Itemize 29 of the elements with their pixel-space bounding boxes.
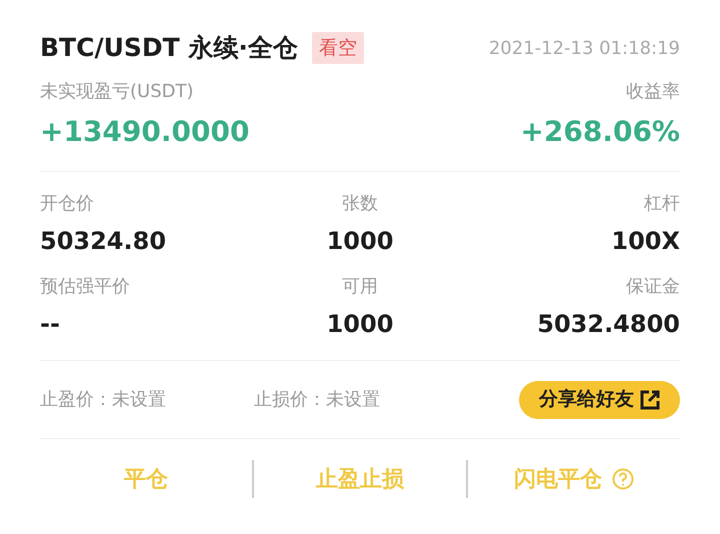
pnl-value: +13490.0000: [40, 114, 250, 150]
stat-label: 预估强平价: [40, 275, 130, 299]
stat-value: 1000: [326, 226, 394, 257]
order-label: 止损价：: [254, 388, 326, 412]
action-button[interactable]: 止盈止损: [316, 462, 404, 496]
stat-label: 开仓价: [40, 192, 94, 216]
short-badge: 看空: [312, 32, 364, 64]
stat-label: 张数: [342, 192, 378, 216]
stat-value: 1000: [326, 309, 394, 340]
share-icon: [640, 390, 660, 410]
stat-label: 可用: [342, 275, 378, 299]
position-title: BTC/USDT 永续·全仓: [40, 32, 298, 64]
order-value: 未设置: [326, 388, 380, 412]
stat-label: 保证金: [626, 275, 680, 299]
rate-value: +268.06%: [520, 114, 680, 150]
stat-value: 50324.80: [40, 226, 166, 257]
stat-value: 5032.4800: [537, 309, 680, 340]
rate-label: 收益率: [626, 80, 680, 104]
action-button[interactable]: 闪电平仓: [514, 462, 602, 496]
order-label: 止盈价：: [40, 388, 112, 412]
stat-value: 100X: [611, 226, 680, 257]
stat-value: --: [40, 309, 60, 340]
share-button[interactable]: 分享给好友: [519, 380, 680, 418]
stat-label: 杠杆: [644, 192, 680, 216]
pnl-label: 未实现盈亏(USDT): [40, 80, 195, 104]
action-button[interactable]: 平仓: [124, 462, 168, 496]
order-value: 未设置: [112, 388, 166, 412]
timestamp: 2021-12-13 01:18:19: [488, 36, 680, 60]
help-icon[interactable]: [612, 468, 634, 490]
